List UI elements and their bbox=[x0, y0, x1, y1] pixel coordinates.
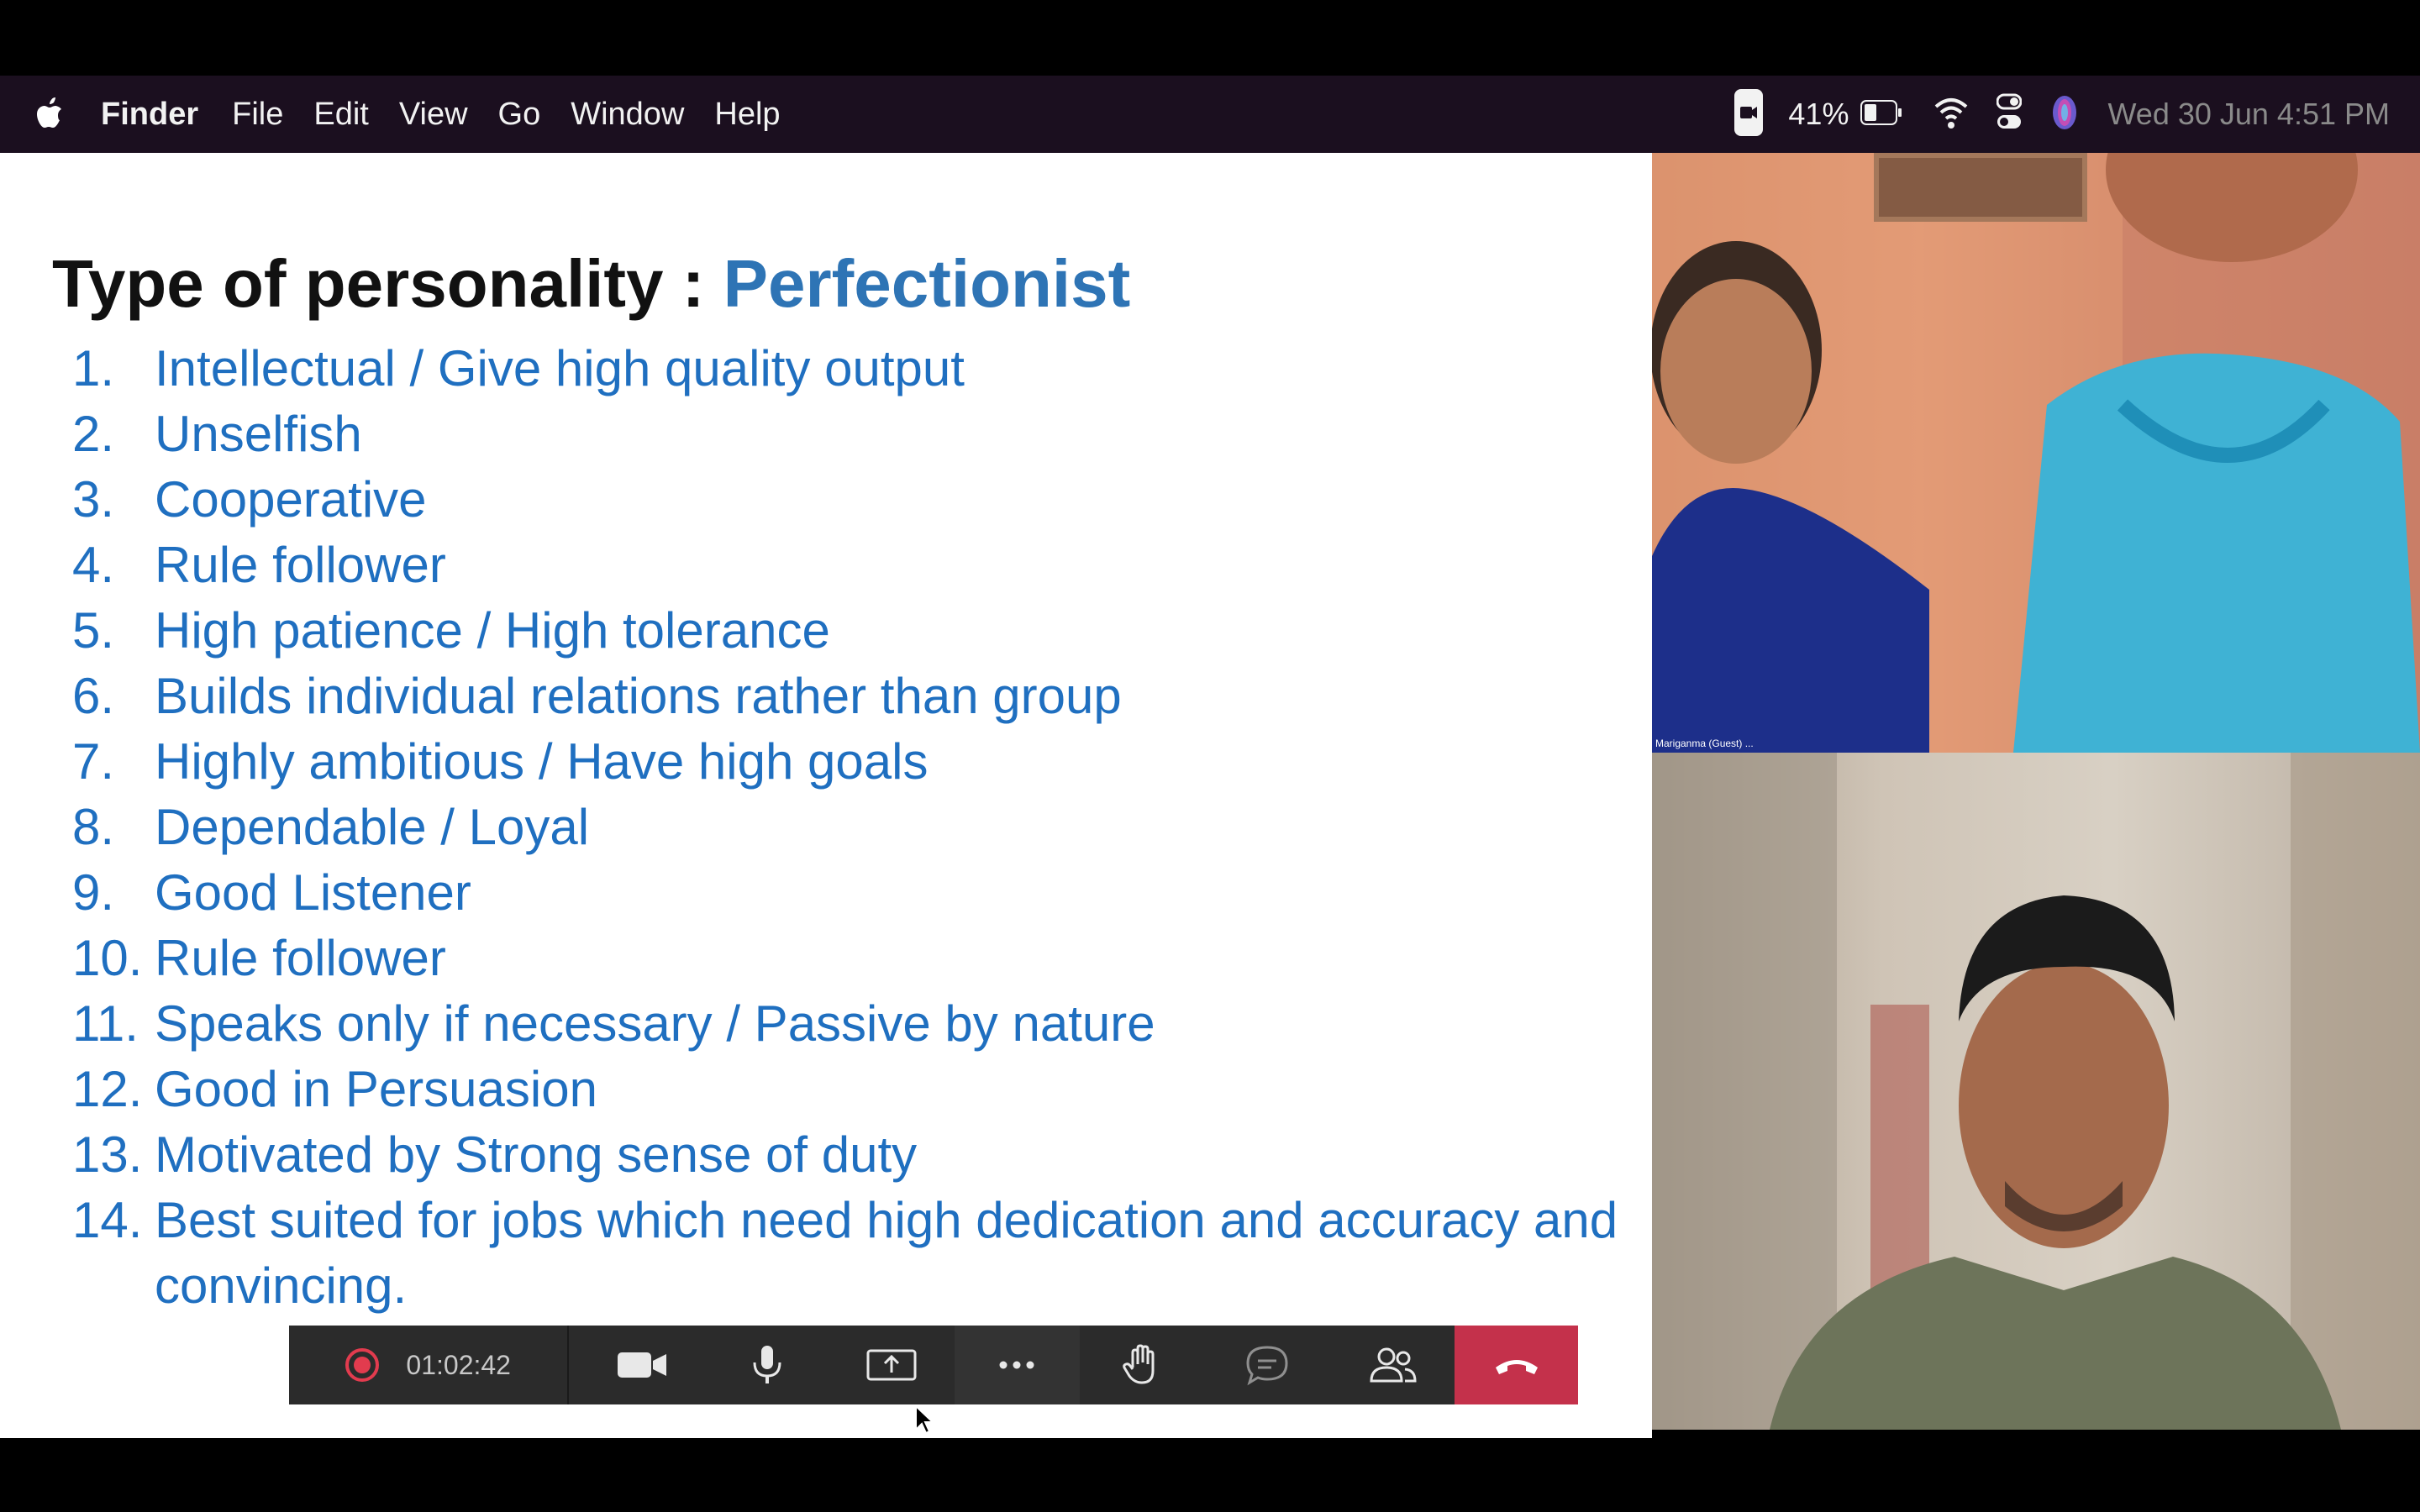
more-options-button[interactable] bbox=[954, 1326, 1080, 1404]
list-number: 14. bbox=[72, 1192, 143, 1248]
recording-indicator: 01:02:42 bbox=[289, 1326, 570, 1404]
list-item: 3. Cooperative bbox=[72, 467, 1652, 533]
menu-app-name[interactable]: Finder bbox=[101, 97, 198, 133]
list-number: 6. bbox=[72, 668, 115, 724]
meeting-control-bar: 01:02:42 bbox=[289, 1326, 1579, 1404]
chat-button[interactable] bbox=[1205, 1326, 1330, 1404]
list-number: 4. bbox=[72, 537, 115, 593]
menu-window[interactable]: Window bbox=[571, 97, 684, 133]
list-number: 3. bbox=[72, 471, 115, 528]
chat-icon bbox=[1246, 1346, 1288, 1386]
video-tile-participant-2[interactable] bbox=[1652, 753, 2420, 1430]
participants-button[interactable] bbox=[1329, 1326, 1455, 1404]
presenter-video-feed bbox=[1652, 753, 2420, 1430]
list-item: 8. Dependable / Loyal bbox=[72, 795, 1652, 860]
list-item: 13. Motivated by Strong sense of duty bbox=[72, 1122, 1652, 1188]
list-item: 11. Speaks only if necessary / Passive by… bbox=[72, 991, 1652, 1057]
record-icon bbox=[345, 1348, 380, 1382]
list-item: 12. Good in Persuasion bbox=[72, 1057, 1652, 1122]
camera-button[interactable] bbox=[579, 1326, 704, 1404]
menu-view[interactable]: View bbox=[399, 97, 468, 133]
trait-list: 1. Intellectual / Give high quality outpu… bbox=[72, 336, 1652, 1319]
list-text: Rule follower bbox=[155, 537, 446, 593]
list-text: Best suited for jobs which need high ded… bbox=[155, 1192, 1618, 1314]
participants-icon bbox=[1370, 1347, 1417, 1383]
wifi-icon[interactable] bbox=[1934, 95, 1968, 134]
list-number: 10. bbox=[72, 930, 143, 986]
list-text: Cooperative bbox=[155, 471, 427, 528]
microphone-icon bbox=[753, 1346, 781, 1383]
video-tile-participant-1[interactable]: Mariganma (Guest) ... bbox=[1652, 153, 2420, 753]
list-item: 10. Rule follower bbox=[72, 926, 1652, 991]
list-item: 5. High patience / High tolerance bbox=[72, 598, 1652, 664]
list-number: 1. bbox=[72, 340, 115, 396]
list-item: 7. Highly ambitious / Have high goals bbox=[72, 729, 1652, 795]
participants-video-feed bbox=[1652, 153, 2420, 753]
microphone-button[interactable] bbox=[704, 1326, 829, 1404]
top-letterbox bbox=[0, 0, 2420, 76]
list-number: 7. bbox=[72, 733, 115, 790]
list-number: 12. bbox=[72, 1061, 143, 1117]
more-dots-icon bbox=[999, 1361, 1034, 1369]
battery-icon[interactable] bbox=[1860, 99, 1902, 129]
raise-hand-button[interactable] bbox=[1080, 1326, 1205, 1404]
hang-up-button[interactable] bbox=[1455, 1326, 1579, 1404]
raise-hand-icon bbox=[1123, 1344, 1155, 1384]
control-center-icon[interactable] bbox=[1996, 93, 2023, 136]
hang-up-icon bbox=[1495, 1360, 1538, 1374]
menu-help[interactable]: Help bbox=[714, 97, 780, 133]
list-number: 2. bbox=[72, 406, 115, 462]
list-text: Speaks only if necessary / Passive by na… bbox=[155, 995, 1155, 1052]
slide-title-accent: Perfectionist bbox=[723, 246, 1131, 321]
list-number: 13. bbox=[72, 1126, 143, 1183]
list-item: 4. Rule follower bbox=[72, 533, 1652, 598]
presentation-slide: Type of personality : Perfectionist 1. In… bbox=[0, 153, 1652, 1438]
meeting-timer: 01:02:42 bbox=[406, 1349, 511, 1380]
list-text: Good Listener bbox=[155, 864, 471, 921]
siri-icon[interactable] bbox=[2050, 93, 2079, 136]
menu-file[interactable]: File bbox=[232, 97, 283, 133]
list-text: High patience / High tolerance bbox=[155, 602, 830, 659]
mouse-cursor-icon bbox=[915, 1404, 934, 1435]
list-item: 1. Intellectual / Give high quality outpu… bbox=[72, 336, 1652, 402]
bottom-letterbox bbox=[0, 1438, 2420, 1512]
list-text: Builds individual relations rather than … bbox=[155, 668, 1122, 724]
apple-logo-icon[interactable] bbox=[35, 97, 64, 131]
list-text: Highly ambitious / Have high goals bbox=[155, 733, 929, 790]
list-number: 11. bbox=[72, 995, 139, 1052]
list-text: Good in Persuasion bbox=[155, 1061, 597, 1117]
menubar-clock: Wed 30 Jun 4:51 PM bbox=[2107, 97, 2390, 131]
slide-title: Type of personality : Perfectionist bbox=[52, 245, 1130, 323]
list-number: 9. bbox=[72, 864, 115, 921]
camera-icon bbox=[617, 1352, 666, 1378]
list-text: Motivated by Strong sense of duty bbox=[155, 1126, 918, 1183]
share-screen-icon bbox=[866, 1349, 917, 1381]
list-text: Unselfish bbox=[155, 406, 362, 462]
list-item: 2. Unselfish bbox=[72, 402, 1652, 467]
menu-edit[interactable]: Edit bbox=[313, 97, 368, 133]
status-area: 41% Wed 30 Jun 4:51 PM bbox=[1706, 76, 2390, 153]
list-text: Intellectual / Give high quality output bbox=[155, 340, 965, 396]
video-recording-icon[interactable] bbox=[1734, 88, 1764, 140]
list-text: Rule follower bbox=[155, 930, 446, 986]
battery-percent: 41% bbox=[1788, 97, 1849, 131]
slide-title-prefix: Type of personality : bbox=[52, 246, 723, 321]
list-number: 5. bbox=[72, 602, 115, 659]
participant-name-label: Mariganma (Guest) ... bbox=[1655, 738, 1754, 749]
menu-bar: Finder File Edit View Go Window Help 41%… bbox=[0, 76, 2420, 153]
list-item: 9. Good Listener bbox=[72, 860, 1652, 926]
list-text: Dependable / Loyal bbox=[155, 799, 590, 855]
list-item: 14. Best suited for jobs which need high … bbox=[72, 1188, 1652, 1319]
list-item: 6. Builds individual relations rather tha… bbox=[72, 664, 1652, 729]
menu-go[interactable]: Go bbox=[498, 97, 541, 133]
list-number: 8. bbox=[72, 799, 115, 855]
share-screen-button[interactable] bbox=[829, 1326, 955, 1404]
